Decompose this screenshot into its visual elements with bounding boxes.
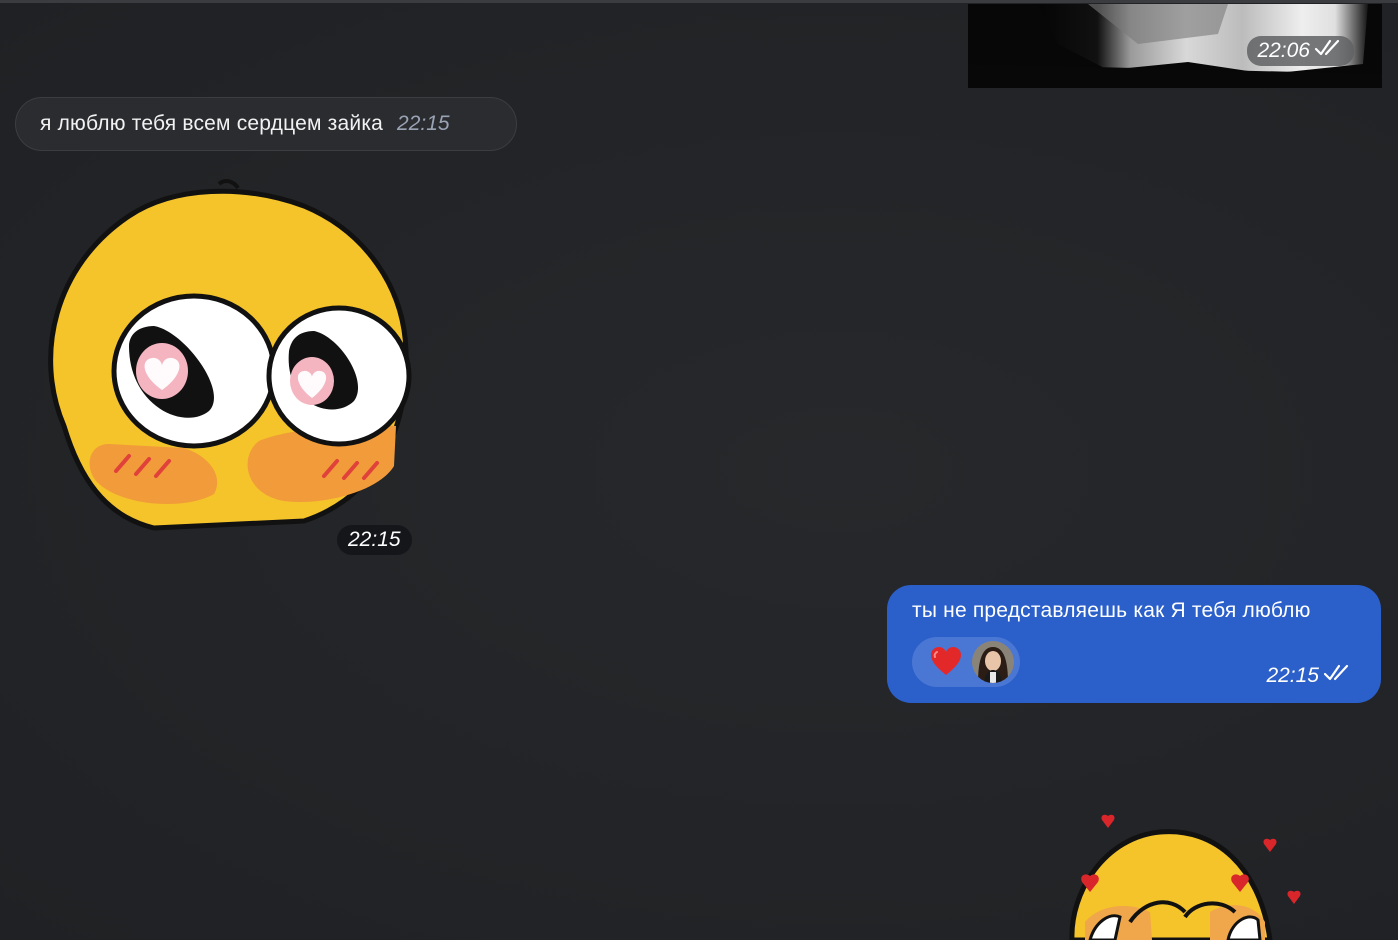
avatar xyxy=(972,641,1014,683)
message-time-badge: 22:06 xyxy=(1247,36,1354,66)
message-time: 22:06 xyxy=(1257,39,1310,62)
message-text: ты не представляешь как Я тебя люблю xyxy=(912,599,1311,622)
message-time: 22:15 xyxy=(348,528,401,551)
message-time: 22:15 xyxy=(1266,664,1319,687)
message-text: я люблю тебя всем сердцем зайка xyxy=(40,112,384,135)
duck-hearts-sticker[interactable] xyxy=(1060,812,1310,940)
heart-icon xyxy=(930,647,962,682)
message-time-row: 22:15 xyxy=(1266,663,1353,689)
message-time: 22:15 xyxy=(397,112,450,135)
reaction-pill[interactable] xyxy=(912,637,1020,687)
duck-sticker[interactable] xyxy=(34,176,414,532)
media-message[interactable]: 22:06 xyxy=(968,4,1382,88)
double-check-icon xyxy=(1314,38,1344,64)
double-check-icon xyxy=(1323,663,1353,689)
sticker-time-badge: 22:15 xyxy=(337,525,412,555)
incoming-message-bubble[interactable]: я люблю тебя всем сердцем зайка 22:15 xyxy=(15,97,517,151)
divider xyxy=(0,0,1398,3)
outgoing-message-bubble[interactable]: ты не представляешь как Я тебя люблю 22:… xyxy=(887,585,1381,703)
chat-area: 22:06 я люблю тебя всем сердцем зайка 22… xyxy=(0,0,1398,940)
